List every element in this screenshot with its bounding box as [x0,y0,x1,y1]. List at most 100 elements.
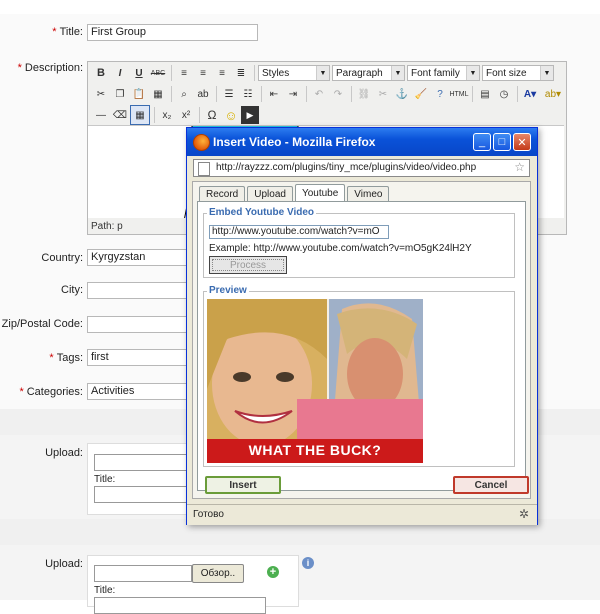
page-icon [198,162,210,176]
tags-input[interactable]: first [87,349,187,366]
tab-upload[interactable]: Upload [247,186,293,202]
city-label: City: [61,284,83,296]
paste-icon[interactable]: 📋 [130,85,148,103]
table-icon[interactable]: ▦ [130,105,150,125]
file-input[interactable] [94,454,192,471]
tags-label: * Tags: [49,352,83,364]
paste-word-icon[interactable]: ▦ [149,85,167,103]
emoticon-icon[interactable]: ☺ [222,106,240,124]
font-family-select[interactable]: Font family ▼ [407,65,480,81]
superscript-button[interactable]: x² [177,106,195,124]
upload-label: Upload: [45,558,83,570]
embed-youtube-fieldset: Embed Youtube Video http://www.youtube.c… [203,207,515,278]
browse-button[interactable]: Обзор.. [192,564,244,583]
strikethrough-button[interactable]: ABC [149,64,167,82]
city-input[interactable] [87,282,187,299]
toolbar-separator [199,107,200,123]
tab-youtube[interactable]: Youtube [294,184,346,202]
country-select[interactable]: Kyrgyzstan [87,249,187,266]
add-upload-icon[interactable]: + [267,566,279,578]
zip-input[interactable] [87,316,187,333]
dialog-content: Record Upload Youtube Vimeo Embed Youtub… [192,181,531,499]
video-preview-thumbnail: WHAT THE BUCK? [207,299,423,463]
cut-icon[interactable]: ✂ [92,85,110,103]
outdent-icon[interactable]: ⇤ [265,85,283,103]
cleanup-icon[interactable]: 🧹 [412,85,430,103]
chevron-down-icon: ▼ [466,66,479,80]
chevron-down-icon: ▼ [391,66,404,80]
bookmark-star-icon[interactable]: ☆ [514,160,525,174]
tab-record[interactable]: Record [199,186,246,202]
insert-time-icon[interactable]: ◷ [495,85,513,103]
font-size-select[interactable]: Font size ▼ [482,65,554,81]
insert-date-icon[interactable]: ▤ [476,85,494,103]
info-icon[interactable]: i [302,557,314,569]
anchor-icon[interactable]: ⚓ [393,85,411,103]
align-center-icon[interactable]: ≡ [194,64,212,82]
chevron-down-icon: ▼ [316,66,329,80]
paragraph-select[interactable]: Paragraph ▼ [332,65,405,81]
numbered-list-icon[interactable]: ☷ [239,85,257,103]
editor-toolbar-row-3: — ⌫ ▦ x₂ x² Ω ☺ ▶ [92,105,260,125]
process-button[interactable]: Process [209,256,287,274]
redo-icon[interactable]: ↷ [329,85,347,103]
bold-button[interactable]: B [92,64,110,82]
title-input[interactable]: First Group [87,24,258,41]
editor-toolbar-row-1: B I U ABC ≡ ≡ ≡ ≣ Styles ▼ Paragraph ▼ Fon… [92,63,556,83]
horizontal-rule-icon[interactable]: — [92,106,110,124]
text-color-icon[interactable]: A▾ [521,85,539,103]
undo-icon[interactable]: ↶ [310,85,328,103]
align-right-icon[interactable]: ≡ [213,64,231,82]
align-justify-icon[interactable]: ≣ [232,64,250,82]
subscript-button[interactable]: x₂ [158,106,176,124]
url-bar[interactable]: http://rayzzz.com/plugins/tiny_mce/plugi… [193,159,530,177]
file-input[interactable] [94,565,192,582]
find-icon[interactable]: ⌕ [175,85,193,103]
special-char-button[interactable]: Ω [203,106,221,124]
indent-icon[interactable]: ⇥ [284,85,302,103]
title-label: * Title: [52,26,83,38]
video-source-tabs: Record Upload Youtube Vimeo [199,184,391,202]
underline-button[interactable]: U [130,64,148,82]
tab-vimeo[interactable]: Vimeo [347,186,390,202]
insert-video-icon[interactable]: ▶ [241,106,259,124]
remove-format-icon[interactable]: ⌫ [111,106,129,124]
firefox-icon [193,134,210,151]
background-color-icon[interactable]: ab▾ [540,85,566,103]
close-button[interactable]: ✕ [513,133,531,151]
link-icon[interactable]: ⛓ [355,85,373,103]
toolbar-separator [261,86,262,102]
toolbar-separator [254,65,255,81]
preview-caption: WHAT THE BUCK? [248,442,382,458]
description-label: * Description: [17,62,83,74]
replace-icon[interactable]: ab [194,85,212,103]
bullet-list-icon[interactable]: ☰ [220,85,238,103]
status-bar: Готово ✲ [187,504,537,525]
toolbar-separator [306,86,307,102]
youtube-url-input[interactable]: http://www.youtube.com/watch?v=mO [209,225,389,239]
unlink-icon[interactable]: ✂ [374,85,392,103]
html-icon[interactable]: HTML [449,85,468,103]
country-label: Country: [41,252,83,264]
copy-icon[interactable]: ❐ [111,85,129,103]
italic-button[interactable]: I [111,64,129,82]
editor-path: Path: p [91,221,123,232]
minimize-button[interactable]: _ [473,133,491,151]
upload-title-input[interactable] [94,486,196,503]
zip-label: Zip/Postal Code: [1,318,83,330]
cancel-button[interactable]: Cancel [453,476,529,494]
window-titlebar[interactable]: Insert Video - Mozilla Firefox _ □ ✕ [187,128,537,156]
gear-icon[interactable]: ✲ [519,507,529,521]
styles-select[interactable]: Styles ▼ [258,65,330,81]
status-text: Готово [193,509,224,520]
upload-title-label: Title: [94,585,116,596]
categories-select[interactable]: Activities [87,383,187,400]
align-left-icon[interactable]: ≡ [175,64,193,82]
toolbar-separator [472,86,473,102]
toolbar-separator [216,86,217,102]
preview-legend: Preview [207,285,249,296]
insert-video-window: Insert Video - Mozilla Firefox _ □ ✕ htt… [186,127,538,525]
insert-button[interactable]: Insert [205,476,281,494]
help-icon[interactable]: ? [431,85,449,103]
maximize-button[interactable]: □ [493,133,511,151]
